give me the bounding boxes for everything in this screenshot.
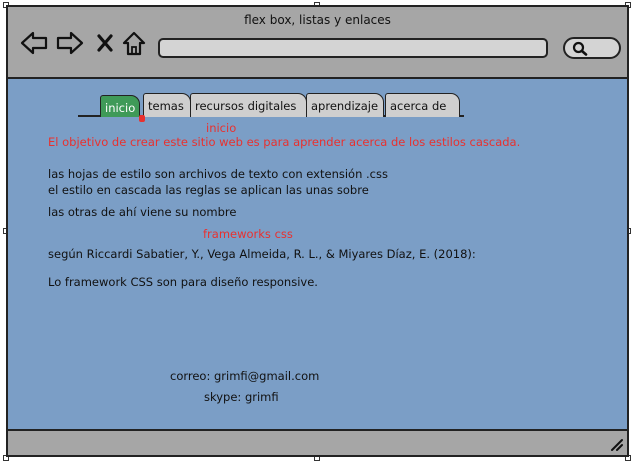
tab-acerca-de[interactable]: acerca de bbox=[385, 93, 460, 117]
tab-temas[interactable]: temas bbox=[143, 93, 191, 117]
contact-skype[interactable]: skype: grimfi bbox=[204, 390, 279, 404]
section-heading-inicio: inicio bbox=[206, 121, 237, 135]
tab-label: temas bbox=[148, 99, 184, 113]
search-field[interactable] bbox=[563, 37, 621, 59]
window-title: flex box, listas y enlaces bbox=[244, 13, 391, 27]
status-bar bbox=[8, 429, 627, 455]
tab-inicio[interactable]: inicio bbox=[100, 95, 140, 117]
citation-text: según Riccardi Sabatier, Y., Vega Almeid… bbox=[48, 247, 476, 261]
tab-label: aprendizaje bbox=[311, 99, 379, 113]
browser-toolbar: flex box, listas y enlaces bbox=[8, 7, 627, 79]
paragraph-line: las otras de ahí viene su nombre bbox=[48, 205, 237, 219]
paragraph-line: el estilo en cascada las reglas se aplic… bbox=[48, 183, 369, 197]
tab-recursos-digitales[interactable]: recursos digitales bbox=[190, 93, 307, 117]
search-icon bbox=[572, 41, 588, 56]
contact-email[interactable]: correo: grimfi@gmail.com bbox=[170, 369, 319, 383]
close-x-icon[interactable] bbox=[96, 31, 114, 55]
home-icon[interactable] bbox=[122, 31, 146, 57]
paragraph-line: las hojas de estilo son archivos de text… bbox=[48, 167, 388, 181]
section-heading-frameworks: frameworks css bbox=[203, 227, 293, 241]
tab-label: acerca de bbox=[390, 99, 447, 113]
tab-aprendizaje[interactable]: aprendizaje bbox=[306, 93, 384, 117]
resize-grip-icon[interactable] bbox=[609, 437, 623, 451]
forward-arrow-icon[interactable] bbox=[56, 31, 84, 55]
active-tab-indicator bbox=[139, 115, 145, 122]
tab-label: recursos digitales bbox=[195, 99, 297, 113]
tab-label: inicio bbox=[105, 101, 136, 115]
back-arrow-icon[interactable] bbox=[20, 31, 48, 55]
objective-text: El objetivo de crear este sitio web es p… bbox=[48, 135, 521, 149]
url-bar[interactable] bbox=[158, 38, 548, 58]
browser-window: flex box, listas y enlaces inicio temas … bbox=[6, 5, 629, 457]
framework-text: Lo framework CSS son para diseño respons… bbox=[48, 275, 318, 289]
